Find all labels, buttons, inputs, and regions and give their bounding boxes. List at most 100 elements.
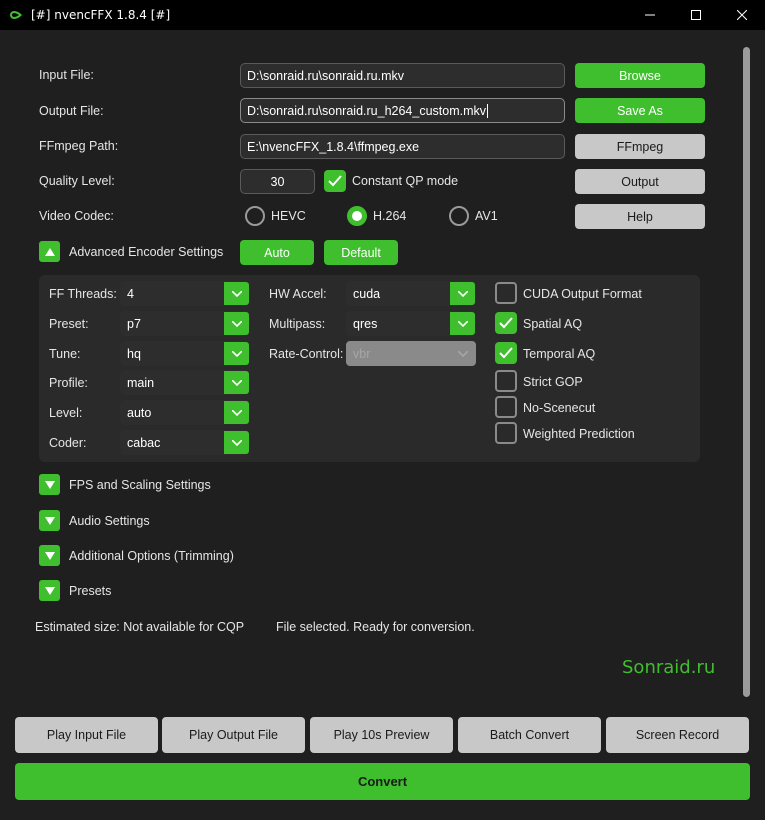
output-file-field[interactable]: D:\sonraid.ru\sonraid.ru_h264_custom.mkv [240, 98, 565, 123]
chevron-down-icon [224, 342, 249, 365]
output-file-label: Output File: [39, 104, 104, 118]
default-button[interactable]: Default [324, 240, 398, 265]
audio-settings-toggle[interactable] [39, 510, 60, 531]
additional-options-label: Additional Options (Trimming) [69, 549, 234, 563]
strict-gop-checkbox[interactable] [495, 370, 517, 392]
screen-record-button[interactable]: Screen Record [606, 717, 749, 753]
title-bar[interactable]: [#] nvencFFX 1.8.4 [#] [0, 0, 765, 30]
profile-select[interactable]: main [120, 370, 250, 395]
fps-scaling-toggle[interactable] [39, 474, 60, 495]
play-output-button[interactable]: Play Output File [162, 717, 305, 753]
ff-threads-select[interactable]: 4 [120, 281, 250, 306]
codec-radio-h264[interactable] [347, 206, 367, 226]
weighted-prediction-checkbox[interactable] [495, 422, 517, 444]
close-button[interactable] [719, 0, 765, 30]
ff-threads-value: 4 [127, 286, 134, 301]
help-button[interactable]: Help [575, 204, 705, 229]
codec-label-h264: H.264 [373, 209, 407, 223]
preset-label: Preset: [49, 317, 89, 331]
vertical-scrollbar[interactable] [743, 47, 750, 697]
multipass-value: qres [353, 316, 378, 331]
constant-qp-checkbox[interactable] [324, 170, 346, 192]
weighted-prediction-label: Weighted Prediction [523, 427, 635, 441]
estimated-size-text: Estimated size: Not available for CQP [35, 620, 245, 634]
chevron-down-icon [450, 312, 475, 335]
rate-control-label: Rate-Control: [269, 347, 344, 361]
temporal-aq-checkbox[interactable] [495, 342, 517, 364]
preset-select[interactable]: p7 [120, 311, 250, 336]
output-file-value: D:\sonraid.ru\sonraid.ru_h264_custom.mkv [247, 103, 487, 118]
profile-label: Profile: [49, 376, 88, 390]
tune-label: Tune: [49, 347, 81, 361]
maximize-icon [691, 10, 701, 20]
input-file-field[interactable]: D:\sonraid.ru\sonraid.ru.mkv [240, 63, 565, 88]
ffmpeg-path-field[interactable]: E:\nvencFFX_1.8.4\ffmpeg.exe [240, 134, 565, 159]
triangle-down-icon [44, 480, 55, 489]
minimize-icon [645, 14, 655, 16]
codec-radio-av1[interactable] [449, 206, 469, 226]
hw-accel-select[interactable]: cuda [346, 281, 476, 306]
minimize-button[interactable] [627, 0, 673, 30]
coder-value: cabac [127, 435, 161, 450]
triangle-down-icon [44, 551, 55, 560]
quality-level-value: 30 [270, 174, 285, 189]
ffmpeg-button[interactable]: FFmpeg [575, 134, 705, 159]
checkmark-icon [499, 347, 513, 359]
cuda-output-format-checkbox[interactable] [495, 282, 517, 304]
status-message: File selected. Ready for conversion. [276, 620, 475, 634]
checkmark-icon [328, 175, 342, 187]
triangle-up-icon [44, 247, 55, 256]
ffmpeg-path-label: FFmpeg Path: [39, 139, 119, 153]
chevron-down-icon [224, 312, 249, 335]
tune-value: hq [127, 346, 141, 361]
tune-select[interactable]: hq [120, 341, 250, 366]
play-preview-button[interactable]: Play 10s Preview [310, 717, 453, 753]
triangle-down-icon [44, 516, 55, 525]
level-label: Level: [49, 406, 83, 420]
ff-threads-label: FF Threads: [49, 287, 117, 301]
browse-button[interactable]: Browse [575, 63, 705, 88]
coder-select[interactable]: cabac [120, 430, 250, 455]
output-button[interactable]: Output [575, 169, 705, 194]
convert-button[interactable]: Convert [15, 763, 750, 800]
hw-accel-label: HW Accel: [269, 287, 327, 301]
chevron-down-icon [224, 371, 249, 394]
no-scenecut-checkbox[interactable] [495, 396, 517, 418]
chevron-down-icon [450, 282, 475, 305]
chevron-down-icon [450, 342, 475, 365]
batch-convert-button[interactable]: Batch Convert [458, 717, 601, 753]
codec-radio-hevc[interactable] [245, 206, 265, 226]
play-input-button[interactable]: Play Input File [15, 717, 158, 753]
presets-toggle[interactable] [39, 580, 60, 601]
spatial-aq-checkbox[interactable] [495, 312, 517, 334]
rate-control-select[interactable]: vbr [346, 341, 476, 366]
temporal-aq-label: Temporal AQ [523, 347, 596, 361]
chevron-down-icon [224, 282, 249, 305]
spatial-aq-label: Spatial AQ [523, 317, 583, 331]
save-as-button[interactable]: Save As [575, 98, 705, 123]
watermark-text: Sonraid.ru [622, 657, 716, 678]
multipass-label: Multipass: [269, 317, 326, 331]
checkmark-icon [499, 317, 513, 329]
window-title: [#] nvencFFX 1.8.4 [#] [31, 8, 171, 22]
main-content: Input File: D:\sonraid.ru\sonraid.ru.mkv… [0, 30, 765, 820]
preset-value: p7 [127, 316, 141, 331]
rate-control-value: vbr [353, 346, 371, 361]
close-icon [737, 10, 747, 20]
triangle-down-icon [44, 586, 55, 595]
maximize-button[interactable] [673, 0, 719, 30]
chevron-down-icon [224, 431, 249, 454]
strict-gop-label: Strict GOP [523, 375, 583, 389]
multipass-select[interactable]: qres [346, 311, 476, 336]
video-codec-label: Video Codec: [39, 209, 114, 223]
quality-level-field[interactable]: 30 [240, 169, 315, 194]
auto-button[interactable]: Auto [240, 240, 314, 265]
fps-scaling-label: FPS and Scaling Settings [69, 478, 211, 492]
hw-accel-value: cuda [353, 286, 381, 301]
presets-label: Presets [69, 584, 112, 598]
additional-options-toggle[interactable] [39, 545, 60, 566]
codec-label-hevc: HEVC [271, 209, 306, 223]
advanced-collapse-toggle[interactable] [39, 241, 60, 262]
no-scenecut-label: No-Scenecut [523, 401, 596, 415]
level-select[interactable]: auto [120, 400, 250, 425]
